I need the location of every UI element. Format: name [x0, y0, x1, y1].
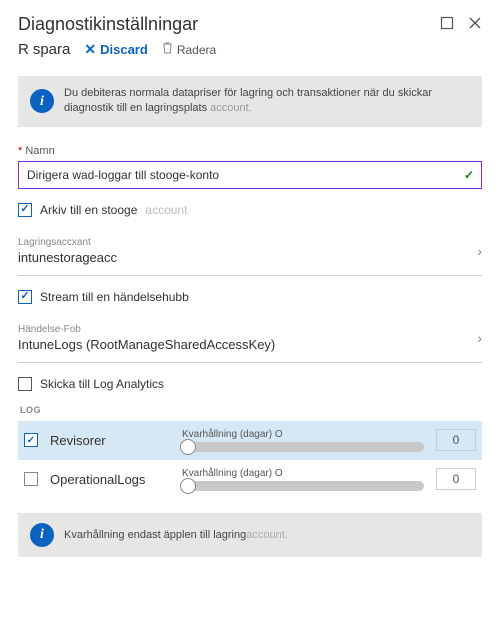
close-icon[interactable]: [468, 16, 482, 33]
hub-label: Händelse-Fob: [18, 324, 275, 335]
hub-value: IntuneLogs (RootManageSharedAccessKey): [18, 337, 275, 352]
log-checkbox-operational[interactable]: [24, 472, 38, 486]
retention-info-box: i Kvarhållning endast äpplen till lagrin…: [18, 513, 482, 557]
log-checkbox-revisorer[interactable]: [24, 433, 38, 447]
info-faded: account.: [210, 102, 252, 114]
retention-label: Kvarhållning (dagar) O: [182, 468, 424, 479]
valid-check-icon: ✓: [464, 168, 474, 182]
discard-label: Discard: [100, 42, 148, 57]
storage-value: intunestorageacc: [18, 250, 117, 265]
pricing-info-box: i Du debiteras normala datapriser för la…: [18, 76, 482, 127]
retention-label: Kvarhållning (dagar) O: [182, 429, 424, 440]
retention-slider[interactable]: [182, 442, 424, 452]
trash-icon: [162, 42, 173, 57]
log-header: LOG: [20, 405, 482, 415]
info-icon: i: [30, 89, 54, 113]
name-label: Namn: [18, 145, 482, 157]
chevron-right-icon: ›: [477, 330, 482, 346]
retention-slider[interactable]: [182, 481, 424, 491]
analytics-label: Skicka till Log Analytics: [40, 377, 164, 391]
name-input[interactable]: [18, 161, 482, 189]
stream-checkbox[interactable]: [18, 290, 32, 304]
retention-value[interactable]: 0: [436, 468, 476, 490]
chevron-right-icon: ›: [477, 243, 482, 259]
save-prefix: R: [18, 41, 29, 58]
delete-button[interactable]: Radera: [162, 42, 216, 57]
log-row: OperationalLogs Kvarhållning (dagar) O 0: [18, 460, 482, 499]
footer-text: Kvarhållning endast äpplen till lagring: [64, 529, 246, 541]
stream-label: Stream till en händelsehubb: [40, 290, 189, 304]
archive-faded: account: [145, 203, 187, 217]
discard-x-icon: ✕: [84, 41, 96, 58]
retention-value[interactable]: 0: [436, 429, 476, 451]
info-icon: i: [30, 523, 54, 547]
archive-label: Arkiv till en stooge: [40, 203, 137, 217]
footer-faded: account.: [246, 529, 288, 541]
analytics-checkbox[interactable]: [18, 377, 32, 391]
save-button[interactable]: R spara: [18, 41, 70, 58]
storage-account-selector[interactable]: Lagringsaccxant intunestorageacc ›: [18, 231, 482, 276]
delete-label: Radera: [177, 43, 216, 57]
log-name: Revisorer: [50, 433, 170, 448]
event-hub-selector[interactable]: Händelse-Fob IntuneLogs (RootManageShare…: [18, 318, 482, 363]
discard-button[interactable]: ✕ Discard: [84, 41, 147, 58]
log-name: OperationalLogs: [50, 472, 170, 487]
archive-checkbox[interactable]: [18, 203, 32, 217]
log-row: Revisorer Kvarhållning (dagar) O 0: [18, 421, 482, 460]
page-title: Diagnostikinställningar: [18, 14, 198, 35]
save-label: spara: [33, 41, 71, 58]
restore-icon[interactable]: [440, 16, 454, 33]
storage-label: Lagringsaccxant: [18, 237, 117, 248]
